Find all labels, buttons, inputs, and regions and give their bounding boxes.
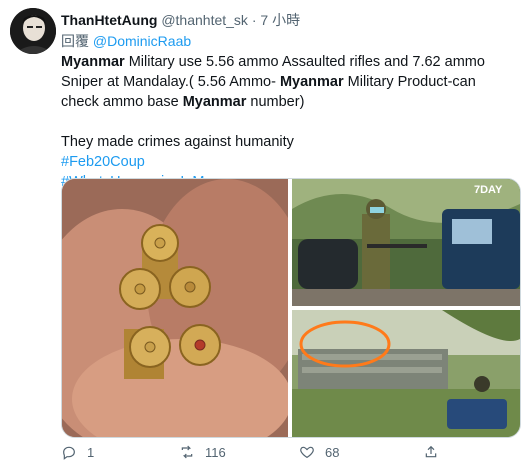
tweet-time[interactable]: 7 小時 bbox=[260, 12, 300, 28]
keyword-myanmar: Myanmar bbox=[182, 94, 247, 110]
mention-link[interactable]: @DominicRaab bbox=[93, 33, 191, 49]
tweet-header: ThanHtetAung @thanhtet_sk · 7 小時 bbox=[61, 10, 300, 30]
avatar[interactable] bbox=[10, 8, 56, 54]
retweet-count: 116 bbox=[205, 444, 226, 460]
tweet-text: Myanmar Military use 5.56 ammo Assaulted… bbox=[61, 52, 516, 192]
ammo-closeup-photo[interactable] bbox=[62, 179, 307, 437]
circled-soldier-photo[interactable] bbox=[292, 310, 520, 437]
text-segment: number) bbox=[246, 94, 305, 110]
watermark-text: 7DAY bbox=[474, 184, 503, 196]
separator-dot: · bbox=[251, 12, 257, 28]
tweet-paragraph-2: They made crimes against humanity bbox=[61, 134, 294, 150]
tweet-paragraph-1: Myanmar Military use 5.56 ammo Assaulted… bbox=[61, 52, 516, 112]
author-handle[interactable]: @thanhtet_sk bbox=[161, 12, 248, 28]
media-grid: 7DAY bbox=[61, 178, 521, 438]
replying-prefix: 回覆 bbox=[61, 33, 89, 49]
reply-count: 1 bbox=[87, 444, 95, 460]
hashtag-link[interactable]: #Feb20Coup bbox=[61, 154, 145, 170]
action-bar: 1 116 68 bbox=[61, 444, 516, 462]
retweet-icon bbox=[181, 445, 193, 459]
heart-icon bbox=[300, 446, 314, 459]
keyword-myanmar: Myanmar bbox=[279, 74, 344, 90]
replying-to: 回覆 @DominicRaab bbox=[61, 31, 191, 51]
reply-button[interactable]: 1 bbox=[61, 444, 94, 460]
author-name[interactable]: ThanHtetAung bbox=[61, 12, 157, 28]
retweet-button[interactable]: 116 bbox=[179, 444, 226, 460]
share-button[interactable] bbox=[423, 444, 439, 460]
like-button[interactable]: 68 bbox=[299, 444, 339, 460]
keyword-myanmar: Myanmar bbox=[61, 54, 125, 70]
soldier-street-photo[interactable]: 7DAY bbox=[292, 179, 520, 306]
reply-icon bbox=[63, 446, 75, 460]
share-icon bbox=[425, 445, 437, 458]
like-count: 68 bbox=[325, 444, 340, 460]
